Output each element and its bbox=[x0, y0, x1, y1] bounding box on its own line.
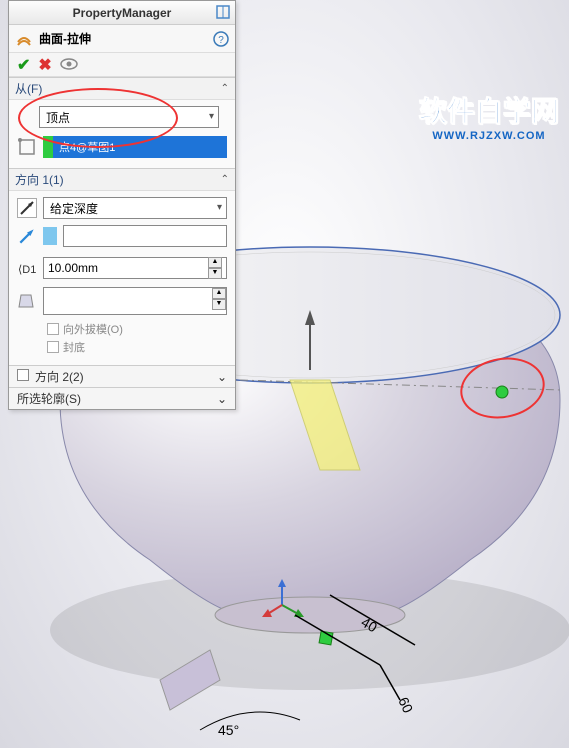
section-dir1: 方向 1(1) ⌃ 给定深度 ▾ bbox=[9, 168, 235, 365]
draft-spin-down[interactable]: ▼ bbox=[212, 299, 226, 310]
svg-text:?: ? bbox=[218, 35, 224, 46]
depth-icon: ⟨D1 bbox=[17, 258, 37, 278]
reverse-direction-button[interactable] bbox=[17, 198, 37, 218]
from-dropdown[interactable]: 顶点 ▾ bbox=[39, 106, 219, 128]
section-dir1-header[interactable]: 方向 1(1) ⌃ bbox=[9, 169, 235, 191]
svg-text:⟨D1: ⟨D1 bbox=[18, 264, 36, 276]
dropdown-arrow-icon: ▾ bbox=[217, 202, 222, 213]
cap-checkbox[interactable]: 封底 bbox=[17, 339, 227, 355]
chevron-down-icon: ⌄ bbox=[217, 370, 227, 384]
from-dropdown-value: 顶点 bbox=[46, 109, 70, 126]
vertex-icon bbox=[17, 137, 37, 157]
section-contour-header[interactable]: 所选轮廓(S) ⌄ bbox=[9, 387, 235, 409]
direction-selection-box[interactable] bbox=[63, 225, 227, 247]
draft-angle-input[interactable]: ▲ ▼ bbox=[43, 287, 227, 315]
depth-spin-down[interactable]: ▼ bbox=[208, 268, 222, 279]
depth-input[interactable]: 10.00mm ▲ ▼ bbox=[43, 257, 227, 279]
depth-value: 10.00mm bbox=[48, 261, 98, 275]
feature-title-row: 曲面-拉伸 ? bbox=[9, 25, 235, 53]
direction-color-swatch bbox=[43, 227, 57, 245]
panel-header: PropertyManager bbox=[9, 1, 235, 25]
direction-arrow-icon[interactable] bbox=[17, 226, 37, 246]
draft-spin-up[interactable]: ▲ bbox=[212, 288, 226, 299]
dim-angle: 45° bbox=[218, 722, 239, 738]
contour-label: 所选轮廓(S) bbox=[17, 390, 81, 407]
action-row: ✔ ✖ bbox=[9, 53, 235, 77]
draft-outward-checkbox[interactable]: 向外拔模(O) bbox=[17, 321, 227, 337]
chevron-up-icon: ⌃ bbox=[221, 174, 229, 185]
from-selection-value: 点4@草图1 bbox=[53, 136, 227, 158]
help-icon[interactable]: ? bbox=[213, 31, 229, 47]
draft-outward-label: 向外拔模(O) bbox=[63, 321, 123, 337]
chevron-up-icon: ⌃ bbox=[221, 83, 229, 94]
feature-name: 曲面-拉伸 bbox=[39, 30, 213, 47]
end-condition-value: 给定深度 bbox=[50, 200, 98, 217]
surface-extrude-icon bbox=[15, 30, 33, 48]
watermark-main: 软件自学网 bbox=[419, 90, 559, 130]
dropdown-arrow-icon: ▾ bbox=[209, 111, 214, 122]
chevron-down-icon: ⌄ bbox=[217, 392, 227, 406]
section-from: 从(F) ⌃ 顶点 ▾ 点4@草图1 bbox=[9, 77, 235, 168]
ok-button[interactable]: ✔ bbox=[17, 55, 30, 75]
watermark: 软件自学网 WWW.RJZXW.COM bbox=[419, 90, 559, 142]
preview-button[interactable] bbox=[60, 57, 78, 73]
panel-title: PropertyManager bbox=[73, 6, 172, 20]
section-from-header[interactable]: 从(F) ⌃ bbox=[9, 78, 235, 100]
cancel-button[interactable]: ✖ bbox=[38, 55, 51, 75]
depth-spin-up[interactable]: ▲ bbox=[208, 257, 222, 268]
from-selection-box[interactable]: 点4@草图1 bbox=[43, 136, 227, 158]
watermark-sub: WWW.RJZXW.COM bbox=[419, 130, 559, 142]
from-label: 从(F) bbox=[15, 80, 42, 97]
draft-icon[interactable] bbox=[17, 291, 37, 311]
end-condition-dropdown[interactable]: 给定深度 ▾ bbox=[43, 197, 227, 219]
dir2-label: 方向 2(2) bbox=[35, 370, 84, 384]
dir1-label: 方向 1(1) bbox=[15, 171, 64, 188]
pin-icon[interactable] bbox=[215, 4, 231, 20]
cap-label: 封底 bbox=[63, 339, 85, 355]
property-manager-panel: PropertyManager 曲面-拉伸 ? ✔ ✖ 从(F) ⌃ 顶点 ▾ bbox=[8, 0, 236, 410]
section-dir2-header[interactable]: 方向 2(2) ⌄ bbox=[9, 365, 235, 387]
